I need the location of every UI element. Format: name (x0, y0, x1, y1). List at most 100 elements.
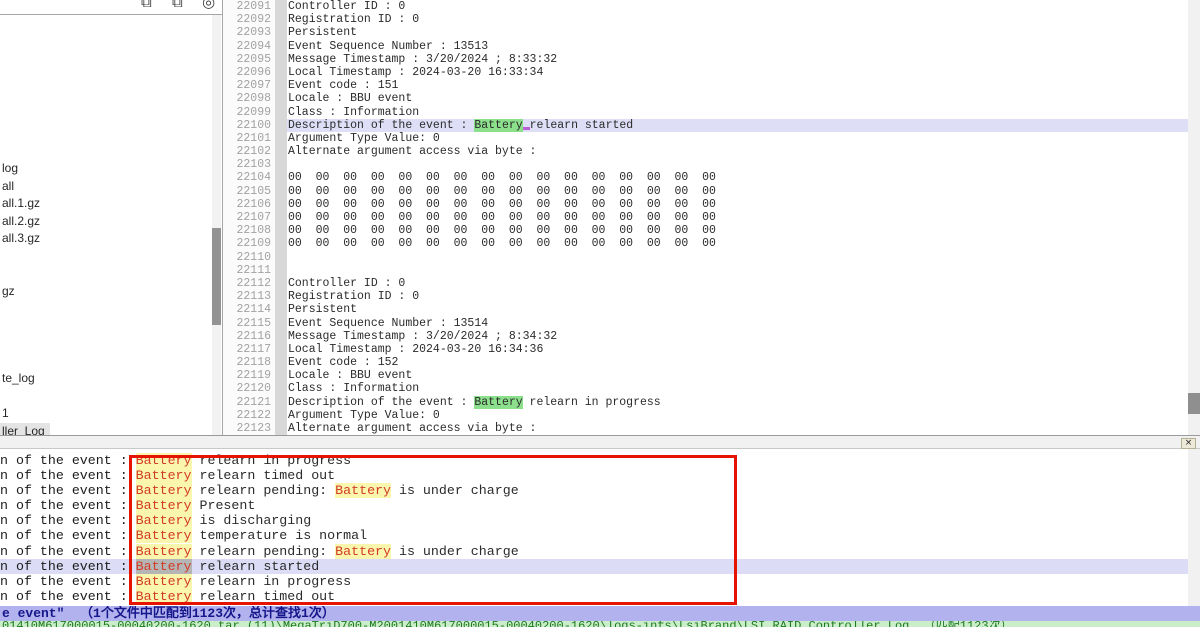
search-results-panel: n of the event : Battery relearn in prog… (0, 449, 1188, 606)
file-tree-item[interactable]: te_log (0, 370, 40, 387)
editor-line-text: Locale : BBU event (287, 369, 1188, 382)
editor-scrollbar[interactable] (1188, 0, 1200, 435)
file-tree-item[interactable]: ller_Log (0, 423, 50, 435)
editor-line[interactable]: 2210500 00 00 00 00 00 00 00 00 00 00 00… (223, 185, 1188, 198)
editor-line-text: Event Sequence Number : 13513 (287, 40, 1188, 53)
sidebar-scrollbar-thumb[interactable] (212, 228, 221, 325)
editor-scrollbar-thumb[interactable] (1188, 393, 1200, 414)
result-prefix: n of the event : (0, 513, 136, 528)
line-number: 22112 (223, 277, 275, 290)
editor-line[interactable]: 22091Controller ID : 0 (223, 0, 1188, 13)
split-view-icon[interactable]: ⧉ (141, 0, 152, 11)
result-match-battery: Battery (136, 513, 192, 528)
result-text: temperature is normal (192, 528, 368, 543)
editor-margin (275, 290, 287, 303)
editor-panel[interactable]: 22091Controller ID : 022092Registration … (223, 0, 1188, 435)
result-match-battery: Battery (335, 544, 391, 559)
editor-line[interactable]: 22095Message Timestamp : 3/20/2024 ; 8:3… (223, 53, 1188, 66)
editor-line[interactable]: 22094Event Sequence Number : 13513 (223, 40, 1188, 53)
sidebar-scrollbar[interactable] (212, 15, 221, 435)
editor-line-text (287, 264, 1188, 277)
editor-line-text: 00 00 00 00 00 00 00 00 00 00 00 00 00 0… (287, 211, 1188, 224)
editor-margin (275, 106, 287, 119)
editor-line-text: Registration ID : 0 (287, 290, 1188, 303)
editor-line[interactable]: 2210700 00 00 00 00 00 00 00 00 00 00 00… (223, 211, 1188, 224)
editor-margin (275, 422, 287, 435)
editor-line[interactable]: 22116Message Timestamp : 3/20/2024 ; 8:3… (223, 330, 1188, 343)
line-number: 22095 (223, 53, 275, 66)
editor-line[interactable]: 22121Description of the event : Battery … (223, 396, 1188, 409)
editor-line[interactable]: 22096Local Timestamp : 2024-03-20 16:33:… (223, 66, 1188, 79)
sync-scroll-icon[interactable]: ◎ (202, 0, 215, 11)
search-result-row[interactable]: n of the event : Battery is discharging (0, 513, 1188, 528)
line-number: 22104 (223, 171, 275, 184)
editor-line[interactable]: 22111 (223, 264, 1188, 277)
editor-line[interactable]: 22114Persistent (223, 303, 1188, 316)
editor-text: Argument Type Value: 0 (288, 409, 440, 422)
search-result-row[interactable]: n of the event : Battery relearn in prog… (0, 574, 1188, 589)
editor-line-text: Registration ID : 0 (287, 13, 1188, 26)
editor-line[interactable]: 22122Argument Type Value: 0 (223, 409, 1188, 422)
editor-line[interactable]: 22100Description of the event : Batteryr… (223, 119, 1188, 132)
file-tree-item[interactable]: all.2.gz (0, 213, 45, 230)
editor-margin (275, 119, 287, 132)
editor-line[interactable]: 22092Registration ID : 0 (223, 13, 1188, 26)
editor-line-text: Controller ID : 0 (287, 277, 1188, 290)
panel-splitter[interactable]: × (0, 435, 1200, 449)
editor-line[interactable]: 22123Alternate argument access via byte … (223, 422, 1188, 435)
editor-margin (275, 369, 287, 382)
result-text: Present (192, 498, 256, 513)
editor-line[interactable]: 22098Locale : BBU event (223, 92, 1188, 105)
editor-line[interactable]: 22118Event code : 152 (223, 356, 1188, 369)
editor-text: 00 00 00 00 00 00 00 00 00 00 00 00 00 0… (288, 171, 716, 184)
editor-margin (275, 40, 287, 53)
search-result-row[interactable]: n of the event : Battery relearn pending… (0, 483, 1188, 498)
editor-line[interactable]: 22097Event code : 151 (223, 79, 1188, 92)
line-number: 22098 (223, 92, 275, 105)
editor-line[interactable]: 2210600 00 00 00 00 00 00 00 00 00 00 00… (223, 198, 1188, 211)
search-summary-bar: e event" （1个文件中匹配到1123次，总计查找1次） (0, 606, 1200, 621)
editor-margin (275, 79, 287, 92)
file-tree-item[interactable]: gz (0, 283, 20, 300)
search-result-row[interactable]: n of the event : Battery relearn in prog… (0, 453, 1188, 468)
editor-line[interactable]: 22104 00 00 00 00 00 00 00 00 00 00 00 00… (223, 171, 1188, 184)
search-result-row[interactable]: n of the event : Battery relearn pending… (0, 544, 1188, 559)
result-text: relearn in progress (192, 574, 352, 589)
search-result-row[interactable]: n of the event : Battery relearn timed o… (0, 468, 1188, 483)
editor-text: Local Timestamp : 2024-03-20 16:34:36 (288, 343, 543, 356)
editor-line[interactable]: 22119Locale : BBU event (223, 369, 1188, 382)
editor-line[interactable]: 22112 Controller ID : 0 (223, 277, 1188, 290)
editor-line[interactable]: 22093Persistent (223, 26, 1188, 39)
editor-line[interactable]: 22103 (223, 158, 1188, 171)
results-scrollbar[interactable] (1188, 449, 1200, 606)
editor-line-text: Description of the event : Batteryrelear… (287, 119, 1188, 132)
editor-line[interactable]: 22117Local Timestamp : 2024-03-20 16:34:… (223, 343, 1188, 356)
editor-line[interactable]: 22113Registration ID : 0 (223, 290, 1188, 303)
search-result-row[interactable]: n of the event : Battery relearn timed o… (0, 589, 1188, 604)
editor-line[interactable]: 22101Argument Type Value: 0 (223, 132, 1188, 145)
editor-line[interactable]: 2210900 00 00 00 00 00 00 00 00 00 00 00… (223, 237, 1188, 250)
editor-line[interactable]: 22115Event Sequence Number : 13514 (223, 317, 1188, 330)
split-view-icon-2[interactable]: ⧉ (172, 0, 183, 11)
close-results-button[interactable]: × (1181, 438, 1196, 449)
file-tree-item[interactable]: all.3.gz (0, 230, 45, 247)
editor-text: Description of the event : (288, 119, 474, 132)
editor-line[interactable]: 22120Class : Information (223, 382, 1188, 395)
editor-text: 00 00 00 00 00 00 00 00 00 00 00 00 00 0… (288, 224, 716, 237)
line-number: 22103 (223, 158, 275, 171)
editor-line-text: Event Sequence Number : 13514 (287, 317, 1188, 330)
search-result-row[interactable]: n of the event : Battery relearn started (0, 559, 1188, 574)
file-tree-item[interactable]: 1 (0, 405, 14, 422)
editor-text: Persistent (288, 26, 357, 39)
result-text: relearn timed out (192, 468, 336, 483)
editor-line[interactable]: 22099Class : Information (223, 106, 1188, 119)
editor-line[interactable]: 22102Alternate argument access via byte … (223, 145, 1188, 158)
search-result-row[interactable]: n of the event : Battery temperature is … (0, 528, 1188, 543)
file-tree-item[interactable]: all.1.gz (0, 195, 45, 212)
file-tree-item[interactable]: all (0, 178, 19, 195)
line-number: 22109 (223, 237, 275, 250)
search-result-row[interactable]: n of the event : Battery Present (0, 498, 1188, 513)
editor-line[interactable]: 2210800 00 00 00 00 00 00 00 00 00 00 00… (223, 224, 1188, 237)
file-tree-item[interactable]: log (0, 160, 23, 177)
editor-line[interactable]: 22110 (223, 251, 1188, 264)
